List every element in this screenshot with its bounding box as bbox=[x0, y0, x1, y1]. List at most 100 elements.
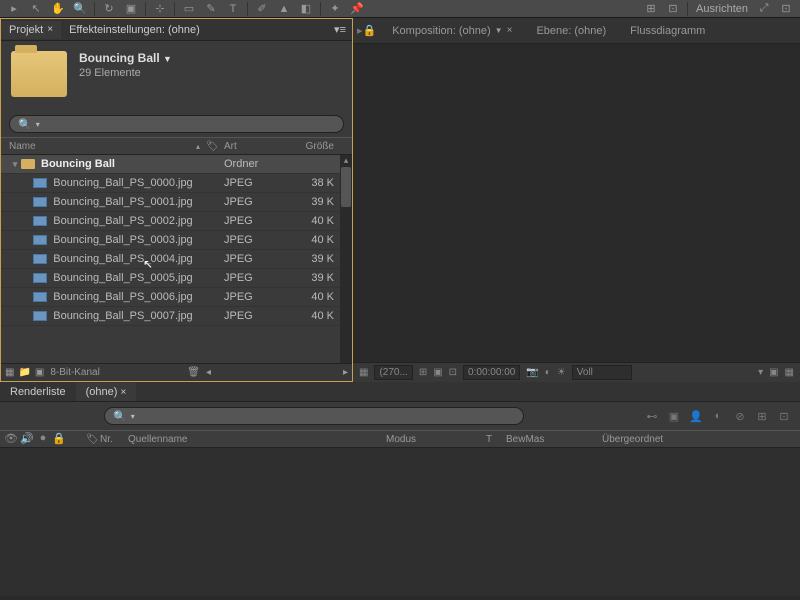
col-modus[interactable]: Modus bbox=[380, 434, 480, 445]
item-name: Bouncing_Ball_PS_0001.jpg bbox=[53, 196, 192, 208]
viewer-controls: ▦ (270... ⊞ ▣ ⊡ 0:00:00:00 📷 ◐ ☀ Voll ▾ … bbox=[353, 362, 800, 382]
brain-icon[interactable]: ⊡ bbox=[776, 408, 792, 424]
rotate-tool-icon[interactable]: ↻ bbox=[99, 1, 119, 17]
motion-blur-icon[interactable]: ⊘ bbox=[732, 408, 748, 424]
snapshot-icon[interactable]: 📷 bbox=[526, 367, 538, 378]
column-type[interactable]: Art bbox=[224, 141, 296, 152]
project-item-row[interactable]: Bouncing_Ball_PS_0002.jpgJPEG40 K bbox=[1, 212, 352, 231]
puppet-tool-icon[interactable]: 📌 bbox=[347, 1, 367, 17]
timeline-search-input[interactable]: 🔍▾ bbox=[104, 407, 524, 425]
text-tool-icon[interactable]: T bbox=[223, 1, 243, 17]
exposure-icon[interactable]: ☀ bbox=[557, 367, 566, 378]
scrollbar[interactable]: ▴ bbox=[340, 155, 352, 363]
panel-menu-icon[interactable]: ▾≡ bbox=[328, 23, 352, 36]
bit-depth-label[interactable]: 8-Bit-Kanal bbox=[50, 367, 99, 378]
col-uebergeordnet[interactable]: Übergeordnet bbox=[596, 434, 669, 445]
tab-komposition[interactable]: Komposition: (ohne) ▼ × bbox=[384, 22, 520, 40]
tab-projekt[interactable]: Projekt × bbox=[1, 21, 61, 39]
view2-icon[interactable]: ▦ bbox=[785, 367, 794, 378]
project-panel: Projekt × Effekteinstellungen: (ohne) ▾≡… bbox=[0, 18, 353, 382]
project-item-row[interactable]: Bouncing_Ball_PS_0005.jpgJPEG39 K bbox=[1, 269, 352, 288]
project-item-row[interactable]: Bouncing_Ball_PS_0003.jpgJPEG40 K bbox=[1, 231, 352, 250]
view-icon[interactable]: ▾ bbox=[758, 367, 763, 378]
tab-ebene[interactable]: Ebene: (ohne) bbox=[528, 22, 614, 40]
label-col-icon[interactable]: 🏷 bbox=[80, 434, 94, 445]
quality-select[interactable]: Voll bbox=[572, 365, 632, 380]
roto-tool-icon[interactable]: ✦ bbox=[325, 1, 345, 17]
nav-left-icon[interactable]: ◂ bbox=[206, 367, 211, 378]
col-bewmas[interactable]: BewMas bbox=[500, 434, 596, 445]
lock-icon[interactable]: ▸🔒 bbox=[357, 24, 376, 37]
composition-viewer[interactable] bbox=[353, 44, 800, 362]
scroll-up-icon[interactable]: ▴ bbox=[340, 155, 352, 166]
brush-tool-icon[interactable]: ✐ bbox=[252, 1, 272, 17]
channel-icon[interactable]: ◐ bbox=[545, 367, 551, 378]
clone-tool-icon[interactable]: ▲ bbox=[274, 1, 294, 17]
new-folder-icon[interactable]: 📁 bbox=[18, 367, 30, 378]
shy-icon[interactable]: 👤 bbox=[688, 408, 704, 424]
item-size: 39 K bbox=[296, 196, 340, 208]
timeline-layers[interactable] bbox=[0, 448, 800, 596]
guide-icon[interactable]: ⊡ bbox=[449, 367, 457, 378]
project-item-row[interactable]: Bouncing_Ball_PS_0000.jpgJPEG38 K bbox=[1, 174, 352, 193]
selection-tool-icon[interactable]: ▸ bbox=[4, 1, 24, 17]
anchor-tool-icon[interactable]: ⊹ bbox=[150, 1, 170, 17]
column-name[interactable]: Name▴ bbox=[1, 141, 206, 152]
comp-mini-icon[interactable]: ⊷ bbox=[644, 408, 660, 424]
project-item-row[interactable]: Bouncing_Ball_PS_0007.jpgJPEG40 K bbox=[1, 307, 352, 326]
pen-tool-icon[interactable]: ✎ bbox=[201, 1, 221, 17]
align-label: Ausrichten bbox=[692, 3, 752, 15]
snap2-icon[interactable]: ⊡ bbox=[663, 1, 683, 17]
snap-icon[interactable]: ⊞ bbox=[641, 1, 661, 17]
tab-renderliste[interactable]: Renderliste bbox=[0, 383, 76, 401]
item-name: Bouncing_Ball_PS_0003.jpg bbox=[53, 234, 192, 246]
res-icon[interactable]: ⊞ bbox=[419, 367, 427, 378]
close-icon[interactable]: × bbox=[507, 25, 513, 36]
item-type: JPEG bbox=[224, 272, 296, 284]
camera-tool-icon[interactable]: ▣ bbox=[121, 1, 141, 17]
project-item-row[interactable]: Bouncing_Ball_PS_0001.jpgJPEG39 K bbox=[1, 193, 352, 212]
zoom-tool-icon[interactable]: 🔍 bbox=[70, 1, 90, 17]
view1-icon[interactable]: ▣ bbox=[769, 367, 778, 378]
image-icon bbox=[33, 178, 47, 188]
column-label-icon[interactable]: 🏷 bbox=[206, 141, 224, 152]
graph-icon[interactable]: ⊞ bbox=[754, 408, 770, 424]
audio-icon[interactable]: 🔊 bbox=[20, 432, 34, 446]
timecode[interactable]: 0:00:00:00 bbox=[463, 365, 520, 380]
project-search-input[interactable]: 🔍▾ bbox=[9, 115, 344, 133]
scroll-thumb[interactable] bbox=[341, 167, 351, 207]
item-size: 39 K bbox=[296, 272, 340, 284]
solo-icon[interactable]: ● bbox=[36, 432, 50, 446]
grid-icon[interactable]: ▦ bbox=[359, 367, 368, 378]
col-quellenname[interactable]: Quellenname bbox=[122, 434, 380, 445]
project-item-row[interactable]: Bouncing_Ball_PS_0006.jpgJPEG40 K bbox=[1, 288, 352, 307]
lock-icon[interactable]: 🔒 bbox=[52, 432, 66, 446]
arrow-tool-icon[interactable]: ↖ bbox=[26, 1, 46, 17]
tab-effekteinstellungen[interactable]: Effekteinstellungen: (ohne) bbox=[61, 21, 208, 39]
item-name: Bouncing_Ball_PS_0004.jpg bbox=[53, 253, 192, 265]
tab-ohne[interactable]: (ohne) × bbox=[76, 383, 137, 401]
project-item-row[interactable]: ▾Bouncing BallOrdner bbox=[1, 155, 352, 174]
column-size[interactable]: Größe bbox=[296, 141, 340, 152]
trash-icon[interactable]: 🗑 bbox=[187, 367, 200, 378]
align-icon[interactable]: ⤢ bbox=[754, 1, 774, 17]
tab-flussdiagramm[interactable]: Flussdiagramm bbox=[622, 22, 713, 40]
nav-right-icon[interactable]: ▸ bbox=[343, 367, 348, 378]
draft-icon[interactable]: ▣ bbox=[666, 408, 682, 424]
mask-icon[interactable]: ▣ bbox=[433, 367, 442, 378]
new-comp-icon[interactable]: ▣ bbox=[35, 367, 44, 378]
mask-tool-icon[interactable]: ▭ bbox=[179, 1, 199, 17]
col-nr[interactable]: Nr. bbox=[94, 434, 122, 445]
tab-effekt-label: Effekteinstellungen: (ohne) bbox=[69, 24, 200, 36]
interpret-icon[interactable]: ▦ bbox=[5, 367, 14, 378]
frame-blend-icon[interactable]: ◐ bbox=[710, 408, 726, 424]
close-icon[interactable]: × bbox=[121, 387, 127, 398]
eraser-tool-icon[interactable]: ◧ bbox=[296, 1, 316, 17]
project-item-row[interactable]: Bouncing_Ball_PS_0004.jpgJPEG39 K bbox=[1, 250, 352, 269]
hand-tool-icon[interactable]: ✋ bbox=[48, 1, 68, 17]
col-t[interactable]: T bbox=[480, 434, 500, 445]
align2-icon[interactable]: ⊡ bbox=[776, 1, 796, 17]
zoom-level[interactable]: (270... bbox=[374, 365, 412, 380]
visibility-icon[interactable]: 👁 bbox=[4, 432, 18, 446]
close-icon[interactable]: × bbox=[47, 24, 53, 35]
